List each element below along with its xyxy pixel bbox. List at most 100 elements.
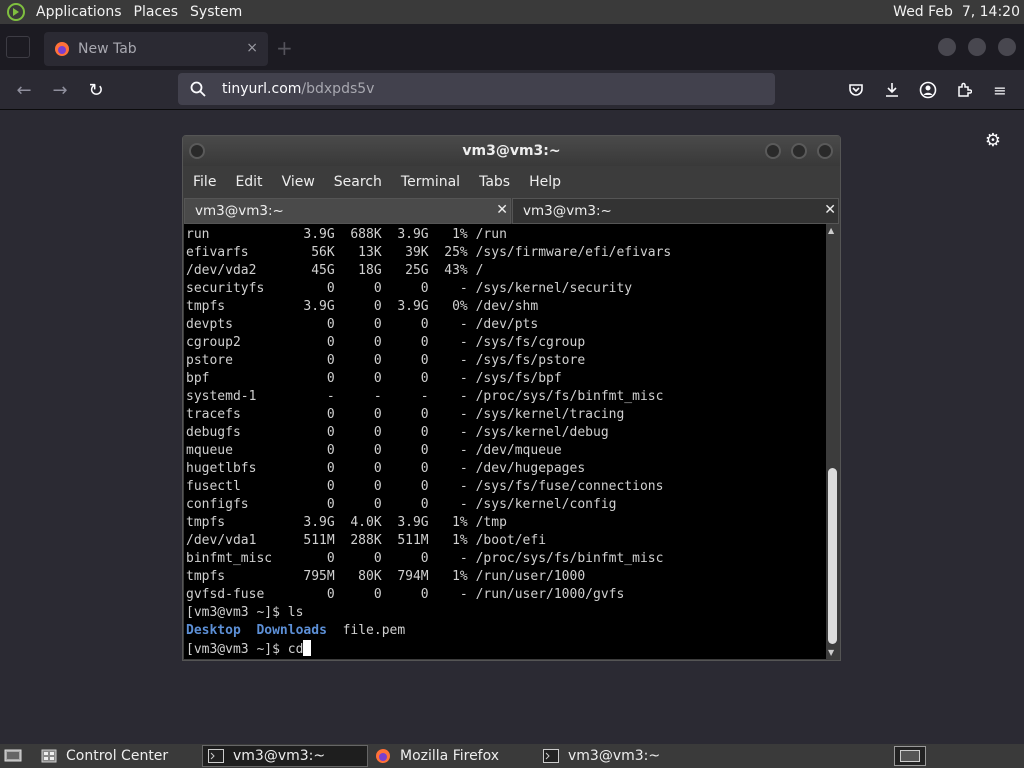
search-icon bbox=[190, 81, 206, 97]
browser-tabstrip: New Tab × + bbox=[0, 24, 1024, 70]
terminal-line: devpts 0 0 0 - /dev/pts bbox=[186, 317, 539, 332]
terminal-line: tracefs 0 0 0 - /sys/kernel/tracing bbox=[186, 407, 625, 422]
taskbar-item-control-center[interactable]: Control Center bbox=[36, 745, 196, 767]
terminal-line: mqueue 0 0 0 - /dev/mqueue bbox=[186, 443, 562, 458]
terminal-line: systemd-1 - - - - /proc/sys/fs/binfmt_mi… bbox=[186, 389, 664, 404]
ls-dir-downloads: Downloads bbox=[256, 623, 327, 638]
terminal-line: efivarfs 56K 13K 39K 25% /sys/firmware/e… bbox=[186, 245, 672, 260]
scroll-down-icon[interactable]: ▼ bbox=[828, 648, 834, 657]
terminal-line: tmpfs 3.9G 0 3.9G 0% /dev/shm bbox=[186, 299, 539, 314]
terminal-line: tmpfs 795M 80K 794M 1% /run/user/1000 bbox=[186, 569, 586, 584]
terminal-line: [vm3@vm3 ~]$ ls bbox=[186, 605, 304, 620]
pocket-icon[interactable] bbox=[844, 78, 868, 102]
maximize-window-icon[interactable] bbox=[968, 38, 986, 56]
terminal-tab-label: vm3@vm3:~ bbox=[523, 203, 612, 219]
terminal-line: pstore 0 0 0 - /sys/fs/pstore bbox=[186, 353, 586, 368]
url-bar[interactable]: tinyurl.com/bdxpds5v bbox=[178, 73, 775, 105]
terminal-scrollbar[interactable]: ▲ ▼ bbox=[826, 224, 839, 659]
terminal-tab-2[interactable]: vm3@vm3:~ ✕ bbox=[512, 198, 839, 224]
terminal-line: /dev/vda2 45G 18G 25G 43% / bbox=[186, 263, 484, 278]
taskbar-label: Control Center bbox=[66, 748, 169, 764]
scroll-up-icon[interactable]: ▲ bbox=[828, 226, 834, 235]
firefox-icon bbox=[374, 748, 392, 764]
firefox-icon bbox=[54, 41, 70, 57]
new-tab-icon[interactable]: + bbox=[276, 36, 293, 60]
clock[interactable]: Wed Feb 7, 14:20 bbox=[893, 4, 1020, 20]
terminal-line: tmpfs 3.9G 4.0K 3.9G 1% /tmp bbox=[186, 515, 507, 530]
text-cursor bbox=[303, 640, 312, 656]
navigation-bar: ← → ↻ tinyurl.com/bdxpds5v ≡ bbox=[0, 70, 1024, 110]
terminal-line: debugfs 0 0 0 - /sys/kernel/debug bbox=[186, 425, 609, 440]
places-menu[interactable]: Places bbox=[130, 4, 187, 20]
tab-new-tab[interactable]: New Tab × bbox=[44, 32, 268, 66]
minimize-icon[interactable] bbox=[765, 143, 781, 159]
system-menu[interactable]: System bbox=[186, 4, 250, 20]
close-tab-icon[interactable]: ✕ bbox=[824, 202, 836, 218]
url-domain: tinyurl.com bbox=[222, 81, 302, 97]
taskbar-label: Mozilla Firefox bbox=[400, 748, 500, 764]
reload-icon[interactable]: ↻ bbox=[84, 78, 108, 102]
close-tab-icon[interactable]: × bbox=[246, 40, 258, 56]
distro-logo-icon[interactable] bbox=[6, 2, 26, 22]
minimize-window-icon[interactable] bbox=[938, 38, 956, 56]
ls-file: file.pem bbox=[342, 623, 406, 638]
current-input[interactable]: cd bbox=[288, 642, 304, 657]
menu-help[interactable]: Help bbox=[529, 174, 561, 190]
control-center-icon bbox=[40, 748, 58, 764]
firefox-view-button[interactable] bbox=[6, 36, 30, 58]
terminal-line: gvfsd-fuse 0 0 0 - /run/user/1000/gvfs bbox=[186, 587, 625, 602]
prompt: [vm3@vm3 ~]$ bbox=[186, 642, 288, 657]
terminal-icon bbox=[207, 748, 225, 764]
taskbar-item-terminal-1[interactable]: vm3@vm3:~ bbox=[202, 745, 368, 767]
close-tab-icon[interactable]: ✕ bbox=[496, 202, 508, 218]
close-icon[interactable] bbox=[817, 143, 833, 159]
account-icon[interactable] bbox=[916, 78, 940, 102]
terminal-line: hugetlbfs 0 0 0 - /dev/hugepages bbox=[186, 461, 586, 476]
back-arrow-icon[interactable]: ← bbox=[12, 78, 36, 102]
terminal-line: configfs 0 0 0 - /sys/kernel/config bbox=[186, 497, 617, 512]
tab-title: New Tab bbox=[78, 41, 137, 57]
terminal-icon bbox=[542, 748, 560, 764]
workspace-1[interactable] bbox=[900, 750, 920, 762]
forward-arrow-icon[interactable]: → bbox=[48, 78, 72, 102]
taskbar-item-terminal-2[interactable]: vm3@vm3:~ bbox=[538, 745, 704, 767]
top-panel: Applications Places System Wed Feb 7, 14… bbox=[0, 0, 1024, 24]
window-menu-icon[interactable] bbox=[189, 143, 205, 159]
terminal-line: run 3.9G 688K 3.9G 1% /run bbox=[186, 227, 507, 242]
terminal-titlebar[interactable]: vm3@vm3:~ bbox=[183, 136, 840, 166]
terminal-window-title: vm3@vm3:~ bbox=[462, 143, 561, 159]
downloads-icon[interactable] bbox=[880, 78, 904, 102]
terminal-line: /dev/vda1 511M 288K 511M 1% /boot/efi bbox=[186, 533, 547, 548]
terminal-tab-bar: vm3@vm3:~ ✕ vm3@vm3:~ ✕ bbox=[183, 198, 840, 224]
ls-dir-desktop: Desktop bbox=[186, 623, 241, 638]
applications-menu[interactable]: Applications bbox=[32, 4, 130, 20]
command-prompt-line[interactable]: [vm3@vm3 ~]$ cd bbox=[186, 640, 826, 659]
url-path: /bdxpds5v bbox=[301, 81, 375, 97]
extensions-icon[interactable] bbox=[952, 78, 976, 102]
terminal-output[interactable]: run 3.9G 688K 3.9G 1% /run efivarfs 56K 1… bbox=[184, 224, 826, 659]
menu-view[interactable]: View bbox=[282, 174, 315, 190]
menu-file[interactable]: File bbox=[193, 174, 216, 190]
terminal-line: bpf 0 0 0 - /sys/fs/bpf bbox=[186, 371, 562, 386]
show-desktop-icon[interactable] bbox=[2, 745, 22, 767]
hamburger-menu-icon[interactable]: ≡ bbox=[988, 78, 1012, 102]
workspace-switcher[interactable] bbox=[894, 746, 926, 766]
terminal-line: securityfs 0 0 0 - /sys/kernel/security bbox=[186, 281, 633, 296]
taskbar-item-firefox[interactable]: Mozilla Firefox bbox=[370, 745, 536, 767]
scrollbar-thumb[interactable] bbox=[828, 468, 837, 644]
menu-tabs[interactable]: Tabs bbox=[479, 174, 510, 190]
taskbar-label: vm3@vm3:~ bbox=[233, 748, 326, 764]
terminal-line: binfmt_misc 0 0 0 - /proc/sys/fs/binfmt_… bbox=[186, 551, 664, 566]
menu-search[interactable]: Search bbox=[334, 174, 382, 190]
terminal-lines: run 3.9G 688K 3.9G 1% /run efivarfs 56K 1… bbox=[186, 226, 826, 622]
menu-terminal[interactable]: Terminal bbox=[401, 174, 460, 190]
bottom-panel: Control Center vm3@vm3:~ Mozilla Firefox… bbox=[0, 744, 1024, 768]
maximize-icon[interactable] bbox=[791, 143, 807, 159]
terminal-tab-1[interactable]: vm3@vm3:~ ✕ bbox=[184, 198, 511, 224]
menu-edit[interactable]: Edit bbox=[235, 174, 262, 190]
ls-output-line: Desktop Downloads file.pem bbox=[186, 622, 826, 640]
terminal-line: fusectl 0 0 0 - /sys/fs/fuse/connections bbox=[186, 479, 664, 494]
gear-icon[interactable]: ⚙ bbox=[983, 130, 1003, 151]
terminal-window[interactable]: vm3@vm3:~ File Edit View Search Terminal… bbox=[182, 135, 841, 661]
close-window-icon[interactable] bbox=[998, 38, 1016, 56]
